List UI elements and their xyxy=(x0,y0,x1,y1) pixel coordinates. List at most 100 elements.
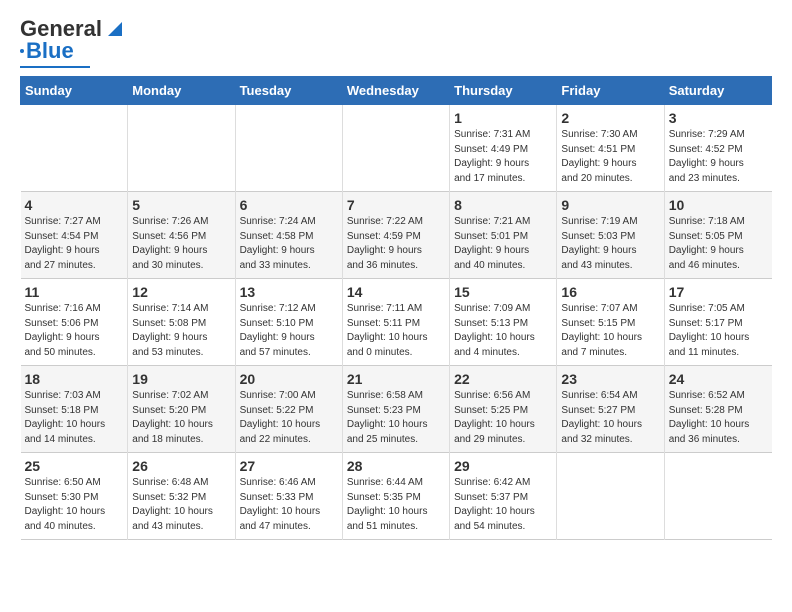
calendar-cell: 12 Sunrise: 7:14 AM Sunset: 5:08 PM Dayli… xyxy=(128,279,235,366)
header: General Blue xyxy=(20,16,772,68)
day-info: Sunrise: 7:07 AM Sunset: 5:15 PM Dayligh… xyxy=(561,302,659,360)
calendar-cell xyxy=(235,105,342,192)
week-row-5: 25 Sunrise: 6:50 AM Sunset: 5:30 PM Dayli… xyxy=(21,453,772,540)
calendar-cell: 19Sunrise: 7:02 AM Sunset: 5:20 PM Dayli… xyxy=(128,366,235,453)
day-info: Sunrise: 7:18 AM Sunset: 5:05 PM Dayligh… xyxy=(669,215,768,273)
day-info: Sunrise: 6:50 AM Sunset: 5:30 PM Dayligh… xyxy=(25,476,124,534)
logo: General Blue xyxy=(20,16,126,68)
calendar-cell: 26 Sunrise: 6:48 AM Sunset: 5:32 PM Dayli… xyxy=(128,453,235,540)
day-number: 10 xyxy=(669,197,768,213)
logo-icon xyxy=(104,18,126,40)
week-row-2: 4 Sunrise: 7:27 AM Sunset: 4:54 PM Daylig… xyxy=(21,192,772,279)
header-tuesday: Tuesday xyxy=(235,77,342,105)
calendar-cell: 4 Sunrise: 7:27 AM Sunset: 4:54 PM Daylig… xyxy=(21,192,128,279)
day-info: Sunrise: 7:09 AM Sunset: 5:13 PM Dayligh… xyxy=(454,302,552,360)
calendar-cell: 14 Sunrise: 7:11 AM Sunset: 5:11 PM Dayli… xyxy=(342,279,449,366)
calendar-cell: 1 Sunrise: 7:31 AM Sunset: 4:49 PM Daylig… xyxy=(450,105,557,192)
calendar-header-row: SundayMondayTuesdayWednesdayThursdayFrid… xyxy=(21,77,772,105)
calendar-table: SundayMondayTuesdayWednesdayThursdayFrid… xyxy=(20,76,772,540)
day-info: Sunrise: 7:31 AM Sunset: 4:49 PM Dayligh… xyxy=(454,128,552,186)
calendar-cell: 27 Sunrise: 6:46 AM Sunset: 5:33 PM Dayli… xyxy=(235,453,342,540)
day-info: Sunrise: 6:42 AM Sunset: 5:37 PM Dayligh… xyxy=(454,476,552,534)
header-saturday: Saturday xyxy=(664,77,771,105)
day-info: Sunrise: 7:05 AM Sunset: 5:17 PM Dayligh… xyxy=(669,302,768,360)
day-number: 22 xyxy=(454,371,552,387)
day-number: 7 xyxy=(347,197,445,213)
day-number: 17 xyxy=(669,284,768,300)
day-number: 18 xyxy=(25,371,124,387)
day-number: 27 xyxy=(240,458,338,474)
calendar-cell: 25 Sunrise: 6:50 AM Sunset: 5:30 PM Dayli… xyxy=(21,453,128,540)
day-info: Sunrise: 7:30 AM Sunset: 4:51 PM Dayligh… xyxy=(561,128,659,186)
day-number: 26 xyxy=(132,458,230,474)
day-info: Sunrise: 7:27 AM Sunset: 4:54 PM Dayligh… xyxy=(25,215,124,273)
day-number: 11 xyxy=(25,284,124,300)
day-info: Sunrise: 7:00 AM Sunset: 5:22 PM Dayligh… xyxy=(240,389,338,447)
day-number: 16 xyxy=(561,284,659,300)
calendar-cell: 23 Sunrise: 6:54 AM Sunset: 5:27 PM Dayli… xyxy=(557,366,664,453)
calendar-cell: 20 Sunrise: 7:00 AM Sunset: 5:22 PM Dayli… xyxy=(235,366,342,453)
calendar-cell: 24 Sunrise: 6:52 AM Sunset: 5:28 PM Dayli… xyxy=(664,366,771,453)
day-info: Sunrise: 7:26 AM Sunset: 4:56 PM Dayligh… xyxy=(132,215,230,273)
calendar-cell: 17 Sunrise: 7:05 AM Sunset: 5:17 PM Dayli… xyxy=(664,279,771,366)
day-number: 13 xyxy=(240,284,338,300)
header-wednesday: Wednesday xyxy=(342,77,449,105)
day-info: Sunrise: 6:48 AM Sunset: 5:32 PM Dayligh… xyxy=(132,476,230,534)
calendar-cell: 29 Sunrise: 6:42 AM Sunset: 5:37 PM Dayli… xyxy=(450,453,557,540)
calendar-cell: 11Sunrise: 7:16 AM Sunset: 5:06 PM Dayli… xyxy=(21,279,128,366)
day-number: 24 xyxy=(669,371,768,387)
calendar-cell: 21Sunrise: 6:58 AM Sunset: 5:23 PM Dayli… xyxy=(342,366,449,453)
day-number: 25 xyxy=(25,458,124,474)
calendar-cell xyxy=(128,105,235,192)
day-info: Sunrise: 7:24 AM Sunset: 4:58 PM Dayligh… xyxy=(240,215,338,273)
day-info: Sunrise: 6:46 AM Sunset: 5:33 PM Dayligh… xyxy=(240,476,338,534)
day-info: Sunrise: 7:14 AM Sunset: 5:08 PM Dayligh… xyxy=(132,302,230,360)
day-number: 6 xyxy=(240,197,338,213)
day-info: Sunrise: 7:03 AM Sunset: 5:18 PM Dayligh… xyxy=(25,389,124,447)
calendar-cell: 10 Sunrise: 7:18 AM Sunset: 5:05 PM Dayli… xyxy=(664,192,771,279)
day-number: 3 xyxy=(669,110,768,126)
day-number: 5 xyxy=(132,197,230,213)
calendar-cell: 5 Sunrise: 7:26 AM Sunset: 4:56 PM Daylig… xyxy=(128,192,235,279)
calendar-cell xyxy=(557,453,664,540)
calendar-cell: 3 Sunrise: 7:29 AM Sunset: 4:52 PM Daylig… xyxy=(664,105,771,192)
calendar-cell: 13 Sunrise: 7:12 AM Sunset: 5:10 PM Dayli… xyxy=(235,279,342,366)
day-number: 23 xyxy=(561,371,659,387)
calendar-cell: 15 Sunrise: 7:09 AM Sunset: 5:13 PM Dayli… xyxy=(450,279,557,366)
day-info: Sunrise: 7:11 AM Sunset: 5:11 PM Dayligh… xyxy=(347,302,445,360)
day-info: Sunrise: 6:54 AM Sunset: 5:27 PM Dayligh… xyxy=(561,389,659,447)
day-number: 1 xyxy=(454,110,552,126)
week-row-4: 18 Sunrise: 7:03 AM Sunset: 5:18 PM Dayli… xyxy=(21,366,772,453)
calendar-cell: 2 Sunrise: 7:30 AM Sunset: 4:51 PM Daylig… xyxy=(557,105,664,192)
day-number: 4 xyxy=(25,197,124,213)
day-number: 20 xyxy=(240,371,338,387)
calendar-cell: 8Sunrise: 7:21 AM Sunset: 5:01 PM Daylig… xyxy=(450,192,557,279)
day-info: Sunrise: 7:29 AM Sunset: 4:52 PM Dayligh… xyxy=(669,128,768,186)
day-number: 12 xyxy=(132,284,230,300)
day-number: 14 xyxy=(347,284,445,300)
day-info: Sunrise: 6:58 AM Sunset: 5:23 PM Dayligh… xyxy=(347,389,445,447)
day-number: 9 xyxy=(561,197,659,213)
calendar-cell xyxy=(664,453,771,540)
day-info: Sunrise: 6:56 AM Sunset: 5:25 PM Dayligh… xyxy=(454,389,552,447)
header-sunday: Sunday xyxy=(21,77,128,105)
calendar-cell: 6 Sunrise: 7:24 AM Sunset: 4:58 PM Daylig… xyxy=(235,192,342,279)
calendar-cell xyxy=(21,105,128,192)
day-number: 15 xyxy=(454,284,552,300)
calendar-cell: 22 Sunrise: 6:56 AM Sunset: 5:25 PM Dayli… xyxy=(450,366,557,453)
day-number: 19 xyxy=(132,371,230,387)
week-row-3: 11Sunrise: 7:16 AM Sunset: 5:06 PM Dayli… xyxy=(21,279,772,366)
day-number: 2 xyxy=(561,110,659,126)
day-info: Sunrise: 7:19 AM Sunset: 5:03 PM Dayligh… xyxy=(561,215,659,273)
day-info: Sunrise: 6:52 AM Sunset: 5:28 PM Dayligh… xyxy=(669,389,768,447)
header-monday: Monday xyxy=(128,77,235,105)
logo-underline xyxy=(20,66,90,68)
logo-blue: Blue xyxy=(26,38,74,64)
week-row-1: 1 Sunrise: 7:31 AM Sunset: 4:49 PM Daylig… xyxy=(21,105,772,192)
calendar-cell: 7 Sunrise: 7:22 AM Sunset: 4:59 PM Daylig… xyxy=(342,192,449,279)
day-info: Sunrise: 7:22 AM Sunset: 4:59 PM Dayligh… xyxy=(347,215,445,273)
day-number: 29 xyxy=(454,458,552,474)
calendar-cell xyxy=(342,105,449,192)
day-info: Sunrise: 7:12 AM Sunset: 5:10 PM Dayligh… xyxy=(240,302,338,360)
calendar-cell: 18 Sunrise: 7:03 AM Sunset: 5:18 PM Dayli… xyxy=(21,366,128,453)
